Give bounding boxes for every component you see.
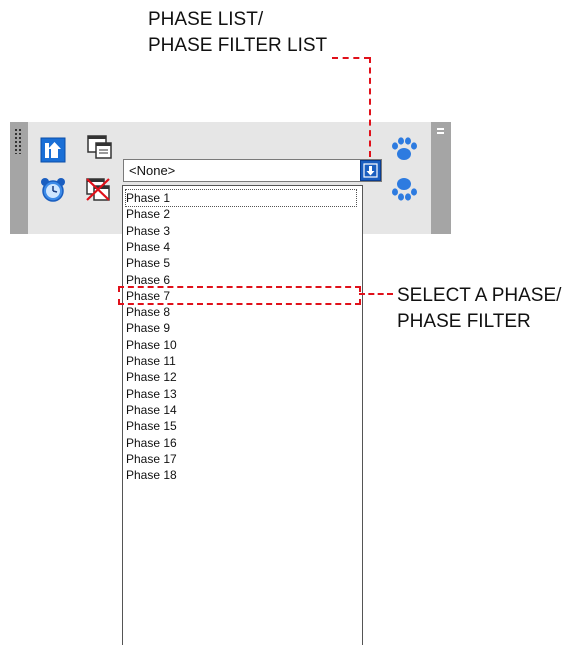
phase-list-item[interactable]: Phase 11 [126,353,176,369]
phase-select-value: <None> [129,163,176,178]
connector-line-right [359,293,393,295]
callout-line: PHASE FILTER [397,311,531,332]
phase-list-item[interactable]: Phase 17 [126,451,177,467]
toolbar-options-bar[interactable] [431,122,451,234]
connector-line-top [332,57,370,59]
callout-line: PHASE FILTER LIST [148,35,328,56]
phase-list-item[interactable]: Phase 8 [126,304,170,320]
toolbar-grip-handle[interactable] [10,122,28,234]
callout-line: SELECT A PHASE/ [397,285,562,306]
chevron-down-icon [363,163,378,178]
alarm-clock-icon[interactable] [40,177,66,203]
phase-list-item[interactable]: Phase 3 [126,223,170,239]
window-icon[interactable] [87,134,113,160]
paw-prints-down-icon[interactable] [389,174,419,204]
phase-list-item[interactable]: Phase 5 [126,255,170,271]
phase-list-item[interactable]: Phase 2 [126,206,170,222]
phase-list-dropdown[interactable]: Phase 1 Phase 2 Phase 3 Phase 4 Phase 5 Phase… [122,185,363,645]
grip-dots-icon [14,128,22,154]
phase-list-callout: PHASE LIST/ PHASE FILTER LIST [148,7,327,59]
phase-list-item[interactable]: Phase 10 [126,337,177,353]
phase-list-item[interactable]: Phase 16 [126,435,177,451]
phase-list-item[interactable]: Phase 18 [126,467,177,483]
callout-line: PHASE LIST/ [148,9,264,30]
highlight-phase-7-box [118,286,361,305]
phase-list-item[interactable]: Phase 12 [126,369,177,385]
phase-list-item[interactable]: Phase 9 [126,320,170,336]
connector-line-top-vertical [369,57,371,157]
paw-prints-icon[interactable] [389,134,419,164]
phase-list-item[interactable]: Phase 1 [125,189,357,207]
phase-list-item[interactable]: Phase 14 [126,402,177,418]
toolbar-menu-icon [437,128,444,136]
phase-list-item[interactable]: Phase 13 [126,386,177,402]
phase-list-item[interactable]: Phase 4 [126,239,170,255]
phase-select[interactable]: <None> [123,159,382,182]
dropdown-arrow-button[interactable] [360,160,381,181]
phase-up-icon[interactable] [40,137,66,163]
phase-list-item[interactable]: Phase 15 [126,418,177,434]
select-phase-callout: SELECT A PHASE/ PHASE FILTER [397,283,561,335]
delete-window-icon[interactable] [85,176,111,202]
